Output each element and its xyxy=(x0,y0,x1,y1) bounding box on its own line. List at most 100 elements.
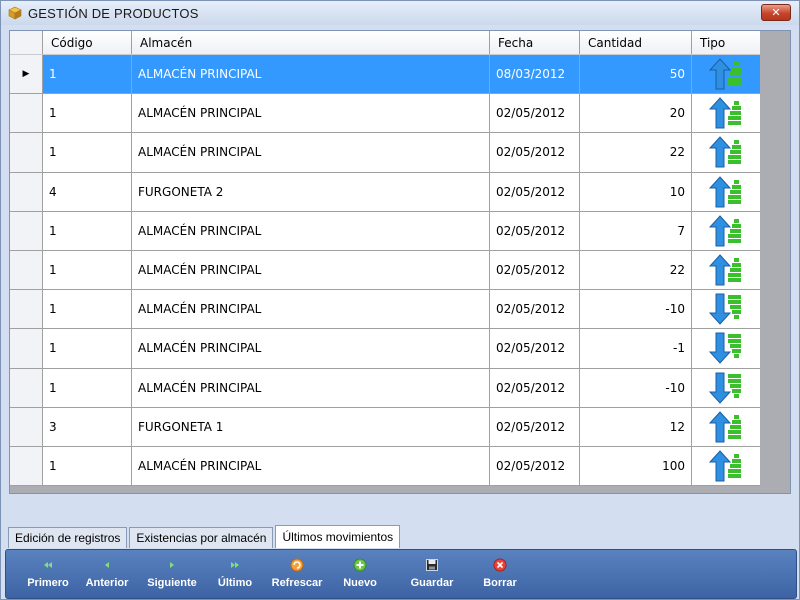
primero-button[interactable]: Primero xyxy=(24,558,72,589)
row-selector[interactable] xyxy=(10,172,43,211)
cell-tipo[interactable] xyxy=(692,94,760,132)
row-selector[interactable] xyxy=(10,94,43,133)
cell-cantidad[interactable]: 100 xyxy=(580,446,692,486)
table-row[interactable]: 1 ALMACÉN PRINCIPAL 02/05/2012 -10 xyxy=(10,368,760,408)
cell-almacen[interactable]: ALMACÉN PRINCIPAL xyxy=(132,329,490,368)
cell-cantidad[interactable]: 22 xyxy=(580,133,692,172)
column-header-fecha[interactable]: Fecha xyxy=(490,31,580,54)
cell-tipo[interactable] xyxy=(692,173,760,211)
cell-cantidad[interactable]: 20 xyxy=(580,94,692,133)
cell-tipo[interactable] xyxy=(692,55,760,94)
cell-almacen[interactable]: ALMACÉN PRINCIPAL xyxy=(132,211,490,250)
cell-cantidad[interactable]: 7 xyxy=(580,211,692,250)
cell-codigo[interactable]: 1 xyxy=(43,368,132,407)
row-selector[interactable] xyxy=(10,329,43,368)
cell-cantidad[interactable]: -10 xyxy=(580,290,692,329)
data-grid-frame: Código Almacén Fecha Cantidad Tipo ▶ 1 ALM… xyxy=(9,30,791,494)
table-row[interactable]: 1 ALMACÉN PRINCIPAL 02/05/2012 100 xyxy=(10,446,760,487)
cell-almacen[interactable]: FURGONETA 2 xyxy=(132,172,490,211)
cell-tipo[interactable] xyxy=(692,212,760,250)
cell-cantidad[interactable]: -1 xyxy=(580,329,692,368)
cell-codigo[interactable]: 3 xyxy=(43,407,132,446)
row-selector[interactable]: ▶ xyxy=(10,55,43,94)
cell-fecha[interactable]: 02/05/2012 xyxy=(490,172,580,211)
last-icon xyxy=(231,562,239,568)
cell-fecha[interactable]: 02/05/2012 xyxy=(490,407,580,446)
column-header-codigo[interactable]: Código xyxy=(43,31,132,54)
tab-edicion[interactable]: Edición de registros xyxy=(8,527,128,548)
cell-almacen[interactable]: ALMACÉN PRINCIPAL xyxy=(132,290,490,329)
cell-codigo[interactable]: 1 xyxy=(43,290,132,329)
row-selector[interactable] xyxy=(10,290,43,329)
data-grid[interactable]: Código Almacén Fecha Cantidad Tipo ▶ 1 ALM… xyxy=(10,31,760,487)
cell-tipo[interactable] xyxy=(692,447,760,485)
table-row[interactable]: 1 ALMACÉN PRINCIPAL 02/05/2012 22 xyxy=(10,133,760,173)
close-button[interactable]: ✕ xyxy=(761,4,791,21)
table-row[interactable]: 4 FURGONETA 2 02/05/2012 10 xyxy=(10,172,760,212)
tab-existencias[interactable]: Existencias por almacén xyxy=(129,527,274,548)
cell-fecha[interactable]: 02/05/2012 xyxy=(490,250,580,290)
row-selector[interactable] xyxy=(10,211,43,250)
guardar-button[interactable]: Guardar xyxy=(408,558,456,589)
cell-codigo[interactable]: 1 xyxy=(43,446,132,486)
cell-fecha[interactable]: 02/05/2012 xyxy=(490,329,580,368)
cell-tipo[interactable] xyxy=(692,369,760,407)
cell-fecha[interactable]: 02/05/2012 xyxy=(490,290,580,329)
cell-fecha[interactable]: 02/05/2012 xyxy=(490,211,580,250)
cell-almacen[interactable]: ALMACÉN PRINCIPAL xyxy=(132,446,490,486)
cell-tipo[interactable] xyxy=(692,251,760,289)
column-header-cantidad[interactable]: Cantidad xyxy=(580,31,692,54)
ultimo-button[interactable]: Último xyxy=(211,558,259,589)
row-selector[interactable] xyxy=(10,368,43,407)
cell-tipo[interactable] xyxy=(692,329,760,367)
cell-codigo[interactable]: 1 xyxy=(43,250,132,290)
cell-almacen[interactable]: ALMACÉN PRINCIPAL xyxy=(132,368,490,407)
table-row[interactable]: 1 ALMACÉN PRINCIPAL 02/05/2012 20 xyxy=(10,94,760,134)
anterior-button[interactable]: Anterior xyxy=(83,558,131,589)
grid-body: ▶ 1 ALMACÉN PRINCIPAL 08/03/2012 50 1 ALMACÉN… xyxy=(10,55,760,487)
cell-codigo[interactable]: 1 xyxy=(43,211,132,250)
cell-codigo[interactable]: 1 xyxy=(43,94,132,133)
column-header-tipo[interactable]: Tipo xyxy=(692,31,760,54)
cell-almacen[interactable]: ALMACÉN PRINCIPAL xyxy=(132,55,490,94)
nuevo-button[interactable]: Nuevo xyxy=(336,558,384,589)
table-row[interactable]: 1 ALMACÉN PRINCIPAL 02/05/2012 -10 xyxy=(10,290,760,330)
cell-fecha[interactable]: 08/03/2012 xyxy=(490,55,580,94)
cell-fecha[interactable]: 02/05/2012 xyxy=(490,368,580,407)
tab-movimientos[interactable]: Últimos movimientos xyxy=(275,525,401,548)
cell-cantidad[interactable]: 12 xyxy=(580,407,692,446)
cell-cantidad[interactable]: -10 xyxy=(580,368,692,407)
table-row[interactable]: 3 FURGONETA 1 02/05/2012 12 xyxy=(10,407,760,447)
cell-cantidad[interactable]: 50 xyxy=(580,55,692,94)
cell-tipo[interactable] xyxy=(692,290,760,328)
row-selector[interactable] xyxy=(10,250,43,290)
cell-almacen[interactable]: FURGONETA 1 xyxy=(132,407,490,446)
cell-codigo[interactable]: 4 xyxy=(43,172,132,211)
refrescar-label: Refrescar xyxy=(271,577,323,589)
cell-cantidad[interactable]: 10 xyxy=(580,172,692,211)
table-row[interactable]: ▶ 1 ALMACÉN PRINCIPAL 08/03/2012 50 xyxy=(10,55,760,95)
row-selector[interactable] xyxy=(10,407,43,446)
stock-in-icon xyxy=(709,411,741,443)
siguiente-button[interactable]: Siguiente xyxy=(147,558,197,589)
cell-codigo[interactable]: 1 xyxy=(43,55,132,94)
cell-tipo[interactable] xyxy=(692,133,760,171)
cell-tipo[interactable] xyxy=(692,408,760,446)
cell-almacen[interactable]: ALMACÉN PRINCIPAL xyxy=(132,94,490,133)
cell-almacen[interactable]: ALMACÉN PRINCIPAL xyxy=(132,133,490,172)
table-row[interactable]: 1 ALMACÉN PRINCIPAL 02/05/2012 7 xyxy=(10,211,760,251)
row-selector[interactable] xyxy=(10,133,43,172)
borrar-button[interactable]: Borrar xyxy=(476,558,524,589)
cell-fecha[interactable]: 02/05/2012 xyxy=(490,94,580,133)
cell-cantidad[interactable]: 22 xyxy=(580,250,692,290)
cell-codigo[interactable]: 1 xyxy=(43,133,132,172)
cell-fecha[interactable]: 02/05/2012 xyxy=(490,446,580,486)
row-selector[interactable] xyxy=(10,446,43,486)
cell-codigo[interactable]: 1 xyxy=(43,329,132,368)
cell-almacen[interactable]: ALMACÉN PRINCIPAL xyxy=(132,250,490,290)
refrescar-button[interactable]: Refrescar xyxy=(271,558,323,589)
table-row[interactable]: 1 ALMACÉN PRINCIPAL 02/05/2012 22 xyxy=(10,250,760,291)
cell-fecha[interactable]: 02/05/2012 xyxy=(490,133,580,172)
column-header-almacen[interactable]: Almacén xyxy=(132,31,490,54)
table-row[interactable]: 1 ALMACÉN PRINCIPAL 02/05/2012 -1 xyxy=(10,329,760,369)
